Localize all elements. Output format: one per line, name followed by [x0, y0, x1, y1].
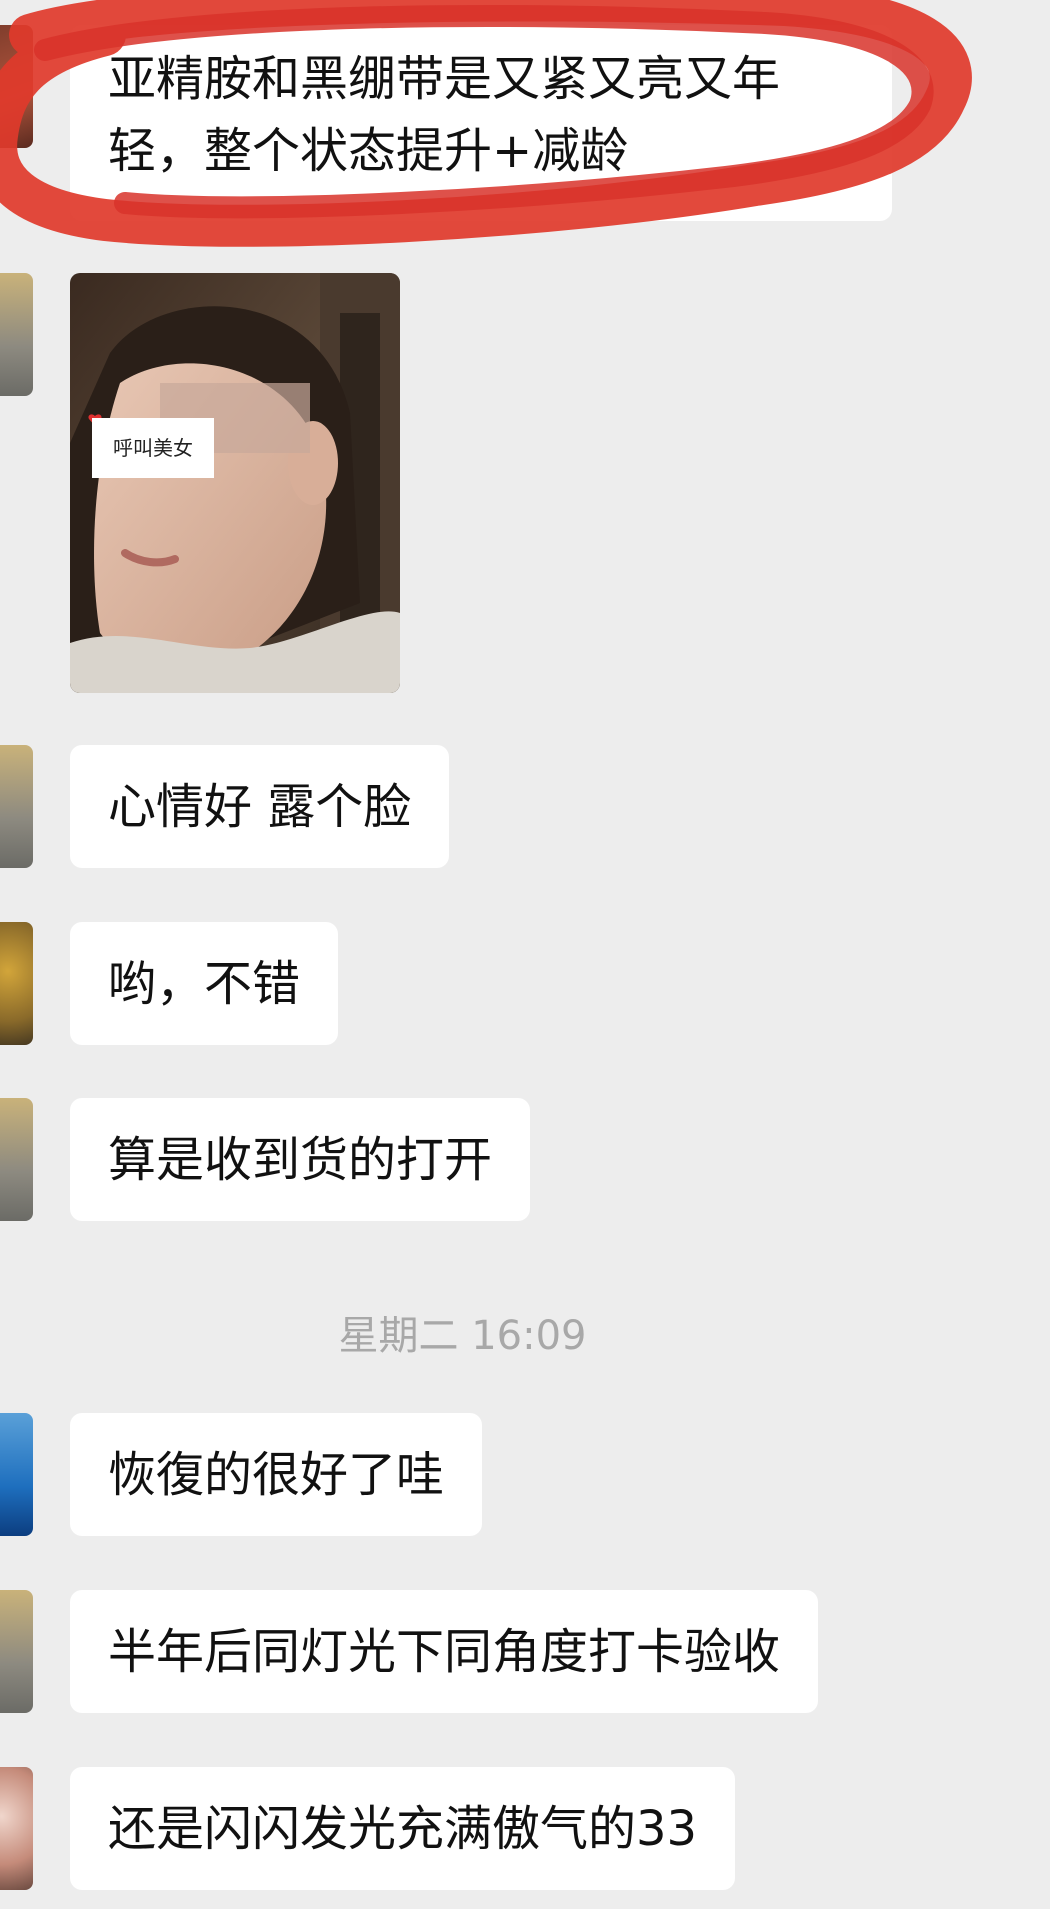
avatar[interactable]: [0, 1767, 33, 1890]
message-bubble[interactable]: 哟，不错: [70, 922, 339, 1045]
avatar[interactable]: [0, 273, 33, 396]
message-image[interactable]: 呼叫美女: [70, 273, 400, 693]
avatar[interactable]: [0, 25, 33, 148]
avatar[interactable]: [0, 1590, 33, 1713]
message-text: 还是闪闪发光充满傲气的33: [108, 1801, 698, 1857]
message-bubble[interactable]: 恢復的很好了哇: [70, 1413, 483, 1536]
face-photo: [70, 273, 400, 693]
message-text: 亚精胺和黑绷带是又紧又亮又年轻，整个状态提升+减龄: [108, 51, 781, 179]
message-bubble[interactable]: 算是收到货的打开: [70, 1098, 531, 1221]
message-text: 心情好 露个脸: [108, 779, 412, 835]
timestamp: 星期二 16:09: [338, 1313, 587, 1359]
message-bubble[interactable]: 亚精胺和黑绷带是又紧又亮又年轻，整个状态提升+减龄: [70, 25, 892, 221]
message-bubble[interactable]: 心情好 露个脸: [70, 745, 450, 868]
avatar[interactable]: [0, 745, 33, 868]
avatar[interactable]: [0, 1098, 33, 1221]
message-text: 算是收到货的打开: [108, 1132, 493, 1188]
avatar[interactable]: [0, 1413, 33, 1536]
message-bubble[interactable]: 还是闪闪发光充满傲气的33: [70, 1767, 736, 1890]
avatar[interactable]: [0, 922, 33, 1045]
message-text: 哟，不错: [108, 956, 301, 1012]
message-text: 半年后同灯光下同角度打卡验收: [108, 1624, 781, 1680]
image-sticker-label: 呼叫美女: [92, 418, 214, 478]
message-text: 恢復的很好了哇: [108, 1447, 445, 1503]
chat-conversation: 亚精胺和黑绷带是又紧又亮又年轻，整个状态提升+减龄 呼叫美女 心情好 露个脸 哟…: [0, 0, 1050, 1909]
message-bubble[interactable]: 半年后同灯光下同角度打卡验收: [70, 1590, 819, 1713]
